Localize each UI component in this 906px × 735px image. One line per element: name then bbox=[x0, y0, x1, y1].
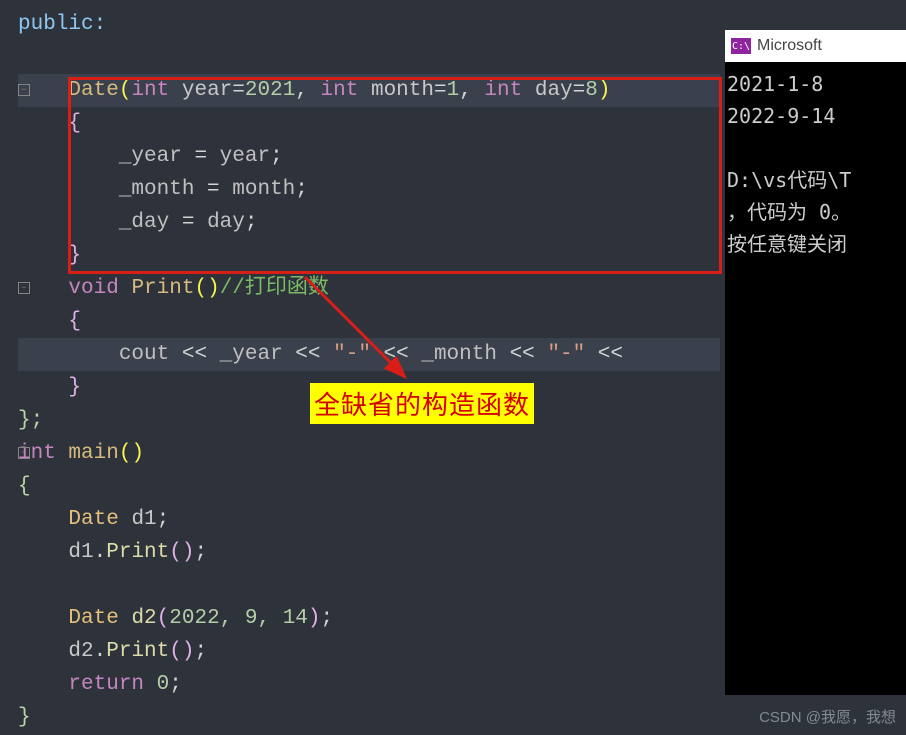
console-output: 2021-1-8 2022-9-14 D:\vs代码\T ，代码为 0。 按任意… bbox=[725, 62, 906, 266]
fold-icon[interactable]: − bbox=[18, 447, 30, 459]
annotation-label: 全缺省的构造函数 bbox=[310, 383, 534, 424]
constructor-name: Date bbox=[68, 79, 118, 102]
comment: //打印函数 bbox=[220, 277, 329, 300]
method-print: Print bbox=[131, 277, 194, 300]
fold-icon[interactable]: − bbox=[18, 84, 30, 96]
console-titlebar[interactable]: C:\ Microsoft bbox=[725, 30, 906, 62]
keyword-public: public bbox=[18, 13, 94, 36]
console-window[interactable]: C:\ Microsoft 2021-1-8 2022-9-14 D:\vs代码… bbox=[725, 30, 906, 695]
console-icon: C:\ bbox=[731, 38, 751, 54]
console-app-title: Microsoft bbox=[757, 37, 822, 55]
watermark: CSDN @我愿，我想 bbox=[759, 706, 896, 727]
function-main: main bbox=[68, 442, 118, 465]
code-editor[interactable]: public: − Date(int year=2021, int month=… bbox=[0, 0, 720, 734]
fold-icon[interactable]: − bbox=[18, 282, 30, 294]
